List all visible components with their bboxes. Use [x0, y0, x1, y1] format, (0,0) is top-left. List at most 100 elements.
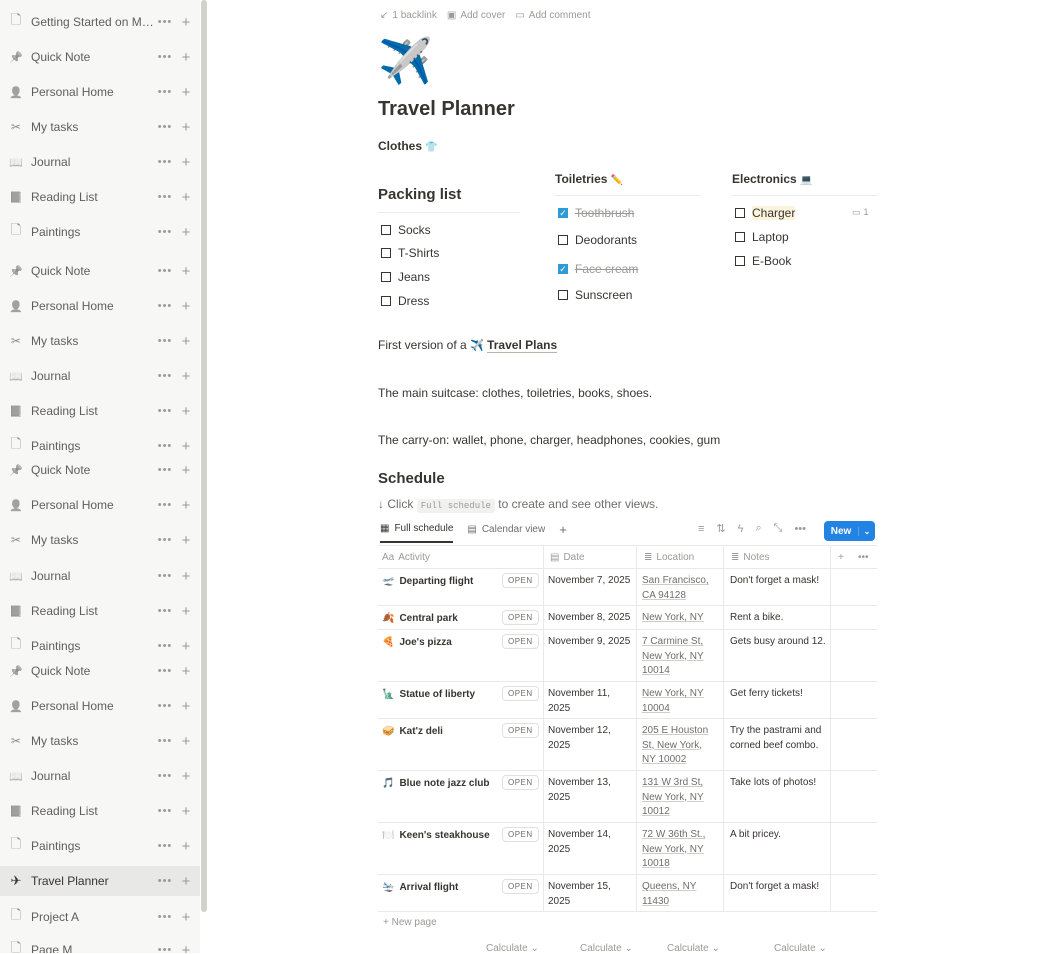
table-cell-notes[interactable]: Gets busy around 12. [730, 635, 826, 650]
table-cell-notes[interactable]: Rent a bike. [730, 611, 826, 626]
calculate-activity[interactable]: Calculate ⌄ [486, 943, 539, 954]
table-cell-notes[interactable]: Try the pastrami and corned beef combo. [730, 724, 826, 753]
add-icon[interactable]: + [178, 768, 194, 785]
table-cell-location[interactable]: 7 Carmine St, New York, NY 10014 [642, 635, 714, 679]
more-icon[interactable]: ••• [156, 640, 174, 652]
table-cell-location[interactable]: 205 E Houston St, New York, NY 10002 [642, 724, 714, 768]
checklist-label[interactable]: Jeans [398, 270, 430, 284]
more-icon[interactable]: ••• [156, 265, 174, 277]
checklist-label[interactable]: Socks [398, 223, 431, 237]
checkbox-checked[interactable]: ✓ [558, 264, 568, 274]
sidebar-item[interactable]: 👤 Personal Home ••• + [0, 291, 200, 321]
checkbox-checked[interactable]: ✓ [558, 208, 568, 218]
more-icon[interactable]: ••• [156, 700, 174, 712]
add-icon[interactable]: + [178, 462, 194, 479]
table-cell-location[interactable]: New York, NY [642, 611, 714, 626]
sidebar-item[interactable]: 🗋 Getting Started on Mo... ••• + [0, 7, 200, 37]
open-row-button[interactable]: OPEN [502, 827, 539, 842]
open-row-button[interactable]: OPEN [502, 686, 539, 701]
sidebar-item[interactable]: 🗋 Paintings ••• + [0, 217, 200, 247]
table-cell-notes[interactable]: Don't forget a mask! [730, 574, 826, 589]
more-icon[interactable]: ••• [156, 335, 174, 347]
add-icon[interactable]: + [178, 497, 194, 514]
open-row-button[interactable]: OPEN [502, 634, 539, 649]
add-icon[interactable]: + [178, 698, 194, 715]
table-row-activity[interactable]: 🗽 Statue of liberty [382, 688, 475, 703]
add-icon[interactable]: + [178, 532, 194, 549]
more-icon[interactable]: ••• [156, 534, 174, 546]
more-icon[interactable]: ••• [156, 665, 174, 677]
checkbox[interactable] [381, 296, 391, 306]
table-cell-location[interactable]: New York, NY 10004 [642, 687, 714, 716]
more-icon[interactable]: ••• [156, 464, 174, 476]
open-row-button[interactable]: OPEN [502, 879, 539, 894]
checklist-label[interactable]: Deodorants [575, 233, 637, 247]
table-row-activity[interactable]: 🛬 Arrival flight [382, 881, 458, 896]
column-header-location[interactable]: ≣ Location [644, 545, 694, 569]
open-row-button[interactable]: OPEN [502, 723, 539, 738]
more-icon[interactable]: ••• [794, 523, 806, 535]
add-view-button[interactable]: + [559, 522, 567, 543]
add-icon[interactable]: + [178, 603, 194, 620]
sidebar-item[interactable]: ✂ My tasks ••• + [0, 326, 200, 356]
more-icon[interactable]: ••• [156, 191, 174, 203]
add-icon[interactable]: + [178, 942, 194, 954]
sidebar-item[interactable]: 📕 Reading List ••• + [0, 182, 200, 212]
sidebar-item[interactable]: 📕 Reading List ••• + [0, 396, 200, 426]
more-icon[interactable]: ••• [156, 911, 174, 923]
travel-plans-link[interactable]: Travel Plans [487, 338, 558, 353]
calculate-date[interactable]: Calculate ⌄ [580, 943, 633, 954]
open-row-button[interactable]: OPEN [502, 775, 539, 790]
page-title[interactable]: Travel Planner [378, 98, 515, 121]
checkbox[interactable] [381, 248, 391, 258]
more-icon[interactable]: ••• [156, 944, 174, 953]
add-icon[interactable]: + [178, 298, 194, 315]
column-header-activity[interactable]: Aa Activity [382, 545, 430, 569]
checklist-label[interactable]: Sunscreen [575, 288, 632, 302]
checkbox[interactable] [735, 256, 745, 266]
table-cell-date[interactable]: November 8, 2025 [548, 611, 632, 626]
sidebar-item[interactable]: 📖 Journal ••• + [0, 761, 200, 791]
calculate-notes[interactable]: Calculate ⌄ [774, 943, 827, 954]
table-cell-location[interactable]: Queens, NY 11430 [642, 880, 714, 909]
more-icon[interactable]: ••• [156, 875, 174, 887]
add-icon[interactable]: + [178, 189, 194, 206]
sidebar-item[interactable]: ✂ My tasks ••• + [0, 726, 200, 756]
more-icon[interactable]: ••• [156, 370, 174, 382]
column-more-button[interactable]: ••• [858, 545, 869, 569]
checklist-label[interactable]: Face cream [575, 262, 638, 276]
new-button[interactable]: New ⌄ [824, 521, 875, 541]
checklist-label[interactable]: T-Shirts [398, 246, 439, 260]
more-icon[interactable]: ••• [156, 405, 174, 417]
add-icon[interactable]: + [178, 663, 194, 680]
sidebar-item[interactable]: ✂ My tasks ••• + [0, 112, 200, 142]
open-row-button[interactable]: OPEN [502, 610, 539, 625]
table-cell-location[interactable]: 131 W 3rd St, New York, NY 10012 [642, 776, 714, 820]
checkbox[interactable] [558, 235, 568, 245]
add-icon[interactable]: + [178, 119, 194, 136]
more-icon[interactable]: ••• [156, 440, 174, 452]
add-cover-button[interactable]: ▣ Add cover [447, 10, 505, 21]
sidebar-item[interactable]: 👤 Personal Home ••• + [0, 77, 200, 107]
filter-icon[interactable]: ≡ [698, 523, 704, 535]
expand-icon[interactable]: ⤡ [774, 522, 783, 535]
sidebar-item[interactable]: 📖 Journal ••• + [0, 147, 200, 177]
sidebar-item[interactable]: 📌 Quick Note ••• + [0, 656, 200, 686]
sidebar-item[interactable]: 📌 Quick Note ••• + [0, 256, 200, 286]
table-cell-location[interactable]: San Francisco, CA 94128 [642, 574, 714, 603]
sidebar-item[interactable]: 📖 Journal ••• + [0, 361, 200, 391]
more-icon[interactable]: ••• [156, 16, 174, 28]
search-icon[interactable]: ⌕ [755, 522, 761, 535]
more-icon[interactable]: ••• [156, 840, 174, 852]
checkbox[interactable] [735, 232, 745, 242]
add-icon[interactable]: + [178, 84, 194, 101]
table-cell-date[interactable]: November 7, 2025 [548, 574, 632, 589]
add-icon[interactable]: + [178, 263, 194, 280]
more-icon[interactable]: ••• [156, 770, 174, 782]
add-icon[interactable]: + [178, 49, 194, 66]
add-icon[interactable]: + [178, 568, 194, 585]
table-row-activity[interactable]: 🍽️ Keen's steakhouse [382, 829, 490, 844]
checkbox[interactable] [381, 225, 391, 235]
more-icon[interactable]: ••• [156, 805, 174, 817]
table-row-activity[interactable]: 🍕 Joe's pizza [382, 636, 452, 651]
